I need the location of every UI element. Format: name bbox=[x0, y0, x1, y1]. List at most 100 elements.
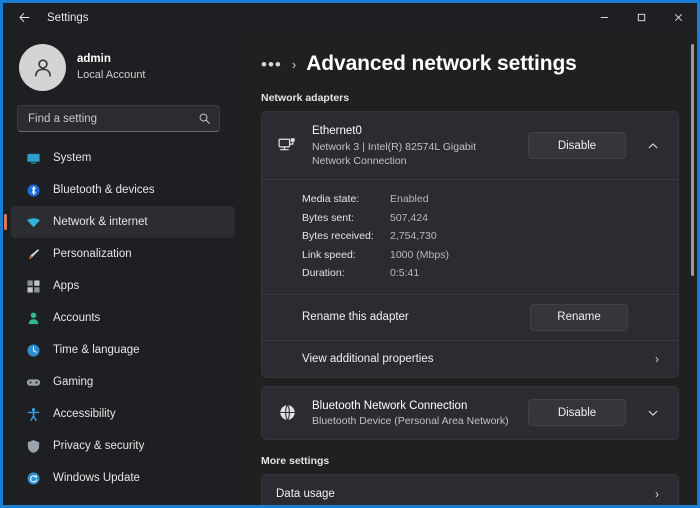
adapter-details-table: Media state: Enabled Bytes sent: 507,424… bbox=[262, 180, 678, 294]
adapter-header-row[interactable]: Ethernet0 Network 3 | Intel(R) 82574L Gi… bbox=[262, 112, 678, 179]
shield-icon bbox=[25, 438, 41, 454]
settings-window: Settings bbox=[0, 0, 700, 508]
detail-key: Link speed: bbox=[302, 249, 390, 261]
person-icon bbox=[25, 310, 41, 326]
adapter-header-row[interactable]: Bluetooth Network Connection Bluetooth D… bbox=[262, 387, 678, 440]
detail-row: Bytes sent: 507,424 bbox=[302, 209, 678, 228]
more-settings-section-label: More settings bbox=[261, 455, 679, 467]
minimize-button[interactable] bbox=[586, 3, 623, 32]
window-controls bbox=[586, 3, 697, 32]
back-button[interactable] bbox=[9, 5, 39, 31]
rename-adapter-label: Rename this adapter bbox=[302, 311, 518, 323]
account-name: admin bbox=[77, 52, 146, 68]
maximize-icon bbox=[636, 12, 647, 23]
rename-button[interactable]: Rename bbox=[530, 304, 628, 331]
more-settings-card: Data usage › bbox=[261, 474, 679, 505]
sidebar-item-windows-update[interactable]: Windows Update bbox=[11, 462, 235, 494]
detail-value: Enabled bbox=[390, 193, 429, 205]
main-scrollbar[interactable] bbox=[691, 44, 694, 442]
sidebar-item-label: Network & internet bbox=[53, 216, 148, 228]
gamepad-icon bbox=[25, 374, 41, 390]
detail-row: Link speed: 1000 (Mbps) bbox=[302, 246, 678, 265]
title-bar: Settings bbox=[3, 3, 697, 32]
chevron-up-icon[interactable] bbox=[640, 133, 666, 159]
sidebar-item-system[interactable]: System bbox=[11, 142, 235, 174]
sidebar-item-network-internet[interactable]: Network & internet bbox=[11, 206, 235, 238]
adapter-description: Network 3 | Intel(R) 82574L Gigabit Netw… bbox=[312, 140, 514, 168]
sidebar: admin Local Account System bbox=[3, 32, 243, 505]
update-refresh-icon bbox=[25, 470, 41, 486]
sidebar-item-label: System bbox=[53, 152, 91, 164]
person-avatar-icon bbox=[30, 55, 56, 81]
detail-key: Media state: bbox=[302, 193, 390, 205]
detail-row: Duration: 0:5:41 bbox=[302, 264, 678, 283]
sidebar-item-accounts[interactable]: Accounts bbox=[11, 302, 235, 334]
scrollbar-thumb[interactable] bbox=[691, 44, 694, 276]
maximize-button[interactable] bbox=[623, 3, 660, 32]
detail-value: 2,754,730 bbox=[390, 230, 437, 242]
search-box[interactable] bbox=[17, 105, 220, 132]
sidebar-item-label: Privacy & security bbox=[53, 440, 144, 452]
ethernet-icon bbox=[276, 136, 298, 155]
paintbrush-icon bbox=[25, 246, 41, 262]
network-adapters-section-label: Network adapters bbox=[261, 92, 679, 104]
chevron-down-icon[interactable] bbox=[640, 400, 666, 426]
disable-button-bluetooth[interactable]: Disable bbox=[528, 399, 626, 426]
sidebar-item-label: Time & language bbox=[53, 344, 140, 356]
chevron-right-icon: › bbox=[292, 57, 296, 72]
disable-button-ethernet0[interactable]: Disable bbox=[528, 132, 626, 159]
adapter-name: Bluetooth Network Connection bbox=[312, 398, 514, 415]
rename-adapter-row: Rename this adapter Rename bbox=[262, 295, 678, 340]
sidebar-item-privacy-security[interactable]: Privacy & security bbox=[11, 430, 235, 462]
detail-value: 1000 (Mbps) bbox=[390, 249, 449, 261]
close-button[interactable] bbox=[660, 3, 697, 32]
detail-value: 0:5:41 bbox=[390, 267, 419, 279]
detail-row: Media state: Enabled bbox=[302, 190, 678, 209]
search-icon bbox=[198, 112, 211, 125]
adapter-info: Ethernet0 Network 3 | Intel(R) 82574L Gi… bbox=[312, 123, 514, 168]
view-additional-properties-label: View additional properties bbox=[302, 353, 636, 365]
detail-row: Bytes received: 2,754,730 bbox=[302, 227, 678, 246]
wifi-icon bbox=[25, 214, 41, 230]
account-summary[interactable]: admin Local Account bbox=[11, 32, 235, 103]
chevron-right-icon: › bbox=[648, 487, 666, 501]
close-icon bbox=[673, 12, 684, 23]
avatar bbox=[19, 44, 66, 91]
detail-value: 507,424 bbox=[390, 212, 428, 224]
adapter-card-bluetooth: Bluetooth Network Connection Bluetooth D… bbox=[261, 386, 679, 441]
chevron-right-icon: › bbox=[648, 352, 666, 366]
detail-key: Bytes received: bbox=[302, 230, 390, 242]
sidebar-item-time-language[interactable]: Time & language bbox=[11, 334, 235, 366]
sidebar-item-accessibility[interactable]: Accessibility bbox=[11, 398, 235, 430]
monitor-icon bbox=[25, 150, 41, 166]
sidebar-nav: System Bluetooth & devices Network & int… bbox=[11, 142, 235, 494]
sidebar-item-label: Accounts bbox=[53, 312, 100, 324]
main-content: ••• › Advanced network settings Network … bbox=[243, 32, 697, 505]
adapter-info: Bluetooth Network Connection Bluetooth D… bbox=[312, 398, 514, 429]
adapter-card-ethernet0: Ethernet0 Network 3 | Intel(R) 82574L Gi… bbox=[261, 111, 679, 378]
detail-key: Bytes sent: bbox=[302, 212, 390, 224]
adapter-name: Ethernet0 bbox=[312, 123, 514, 140]
sidebar-item-label: Personalization bbox=[53, 248, 132, 260]
search-input[interactable] bbox=[28, 113, 198, 125]
sidebar-item-gaming[interactable]: Gaming bbox=[11, 366, 235, 398]
breadcrumb: ••• › Advanced network settings bbox=[261, 32, 679, 76]
breadcrumb-overflow-button[interactable]: ••• bbox=[261, 56, 282, 73]
account-subtitle: Local Account bbox=[77, 68, 146, 83]
back-arrow-icon bbox=[18, 11, 31, 24]
sidebar-item-label: Accessibility bbox=[53, 408, 116, 420]
globe-icon bbox=[276, 403, 298, 422]
data-usage-label: Data usage bbox=[276, 488, 636, 500]
sidebar-item-label: Windows Update bbox=[53, 472, 140, 484]
data-usage-row[interactable]: Data usage › bbox=[262, 475, 678, 505]
page-title: Advanced network settings bbox=[306, 52, 577, 76]
sidebar-item-label: Apps bbox=[53, 280, 79, 292]
detail-key: Duration: bbox=[302, 267, 390, 279]
sidebar-item-bluetooth-devices[interactable]: Bluetooth & devices bbox=[11, 174, 235, 206]
accessibility-icon bbox=[25, 406, 41, 422]
minimize-icon bbox=[599, 12, 610, 23]
sidebar-item-apps[interactable]: Apps bbox=[11, 270, 235, 302]
window-title: Settings bbox=[47, 12, 89, 24]
sidebar-item-personalization[interactable]: Personalization bbox=[11, 238, 235, 270]
view-additional-properties-row[interactable]: View additional properties › bbox=[262, 341, 678, 377]
